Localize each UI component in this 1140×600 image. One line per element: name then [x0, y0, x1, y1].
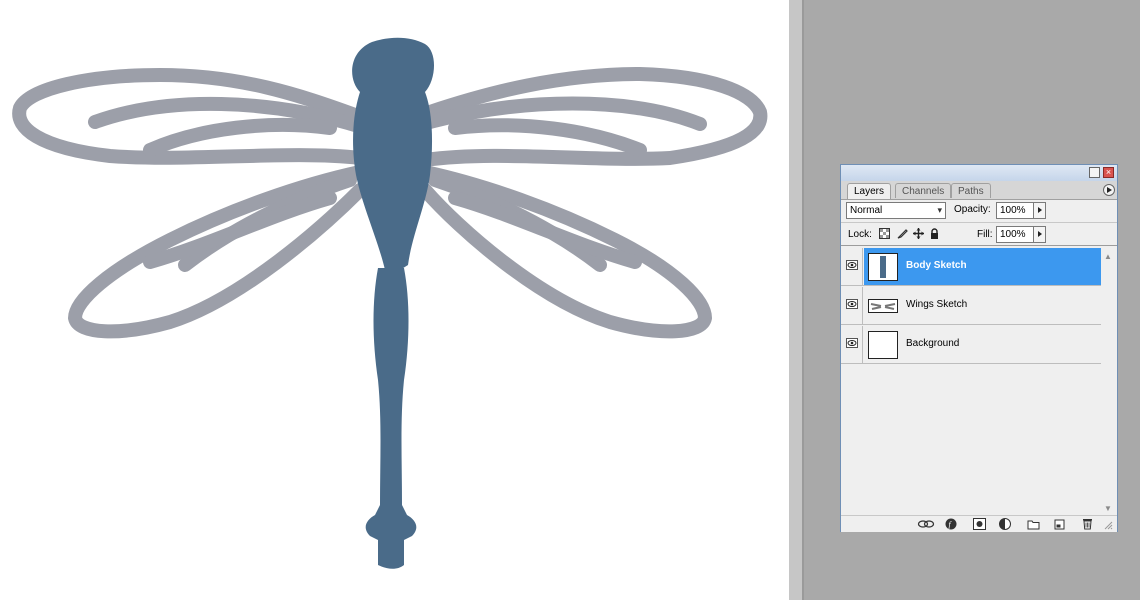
divider: [841, 245, 1117, 246]
layer-mask-icon[interactable]: [973, 518, 986, 530]
visibility-toggle[interactable]: [841, 287, 863, 324]
layer-row-body-sketch[interactable]: Body Sketch: [841, 248, 1101, 286]
lock-all-icon[interactable]: [929, 228, 940, 239]
layer-name: Wings Sketch: [906, 299, 968, 310]
close-button[interactable]: ×: [1103, 167, 1114, 178]
tab-channels[interactable]: Channels: [895, 183, 952, 198]
eye-icon: [846, 260, 858, 270]
body-sketch-artwork: [352, 37, 435, 569]
fill-slider-button[interactable]: [1033, 226, 1046, 243]
tab-strip: Layers Channels Paths: [841, 181, 1117, 200]
body-thumbnail-icon: [880, 256, 886, 278]
new-group-icon[interactable]: [1027, 518, 1040, 530]
resize-grip-icon[interactable]: [1103, 518, 1113, 530]
layer-row-background[interactable]: Background: [841, 326, 1101, 364]
scroll-up-icon[interactable]: ▲: [1104, 252, 1112, 261]
opacity-label: Opacity:: [954, 204, 991, 215]
layers-scrollbar[interactable]: ▲ ▼: [1101, 248, 1117, 518]
dragonfly-artwork: [12, 37, 768, 569]
blend-mode-select[interactable]: Normal ▾: [846, 202, 946, 219]
layer-thumbnail: [868, 253, 898, 281]
visibility-toggle[interactable]: [841, 326, 863, 363]
fill-input[interactable]: 100%: [996, 226, 1036, 243]
opacity-slider-button[interactable]: [1033, 202, 1046, 219]
layer-style-icon[interactable]: f: [945, 518, 958, 530]
scroll-down-icon[interactable]: ▼: [1104, 504, 1112, 513]
panel-titlebar[interactable]: ×: [841, 165, 1117, 181]
layer-name: Body Sketch: [906, 260, 967, 271]
canvas-edge: [789, 0, 804, 600]
visibility-toggle[interactable]: [841, 248, 863, 285]
layer-name: Background: [906, 338, 960, 349]
chevron-down-icon: ▾: [937, 205, 942, 215]
layer-thumbnail: [868, 331, 898, 359]
adjustment-layer-icon[interactable]: [999, 518, 1012, 530]
layer-thumbnail: [868, 299, 898, 313]
layer-main[interactable]: Wings Sketch: [864, 287, 1101, 324]
layers-panel: × Layers Channels Paths Normal ▾ Opacity…: [840, 164, 1118, 532]
lock-label: Lock:: [848, 229, 872, 240]
delete-layer-icon[interactable]: [1081, 518, 1094, 530]
tab-paths[interactable]: Paths: [951, 183, 991, 198]
tab-layers[interactable]: Layers: [847, 183, 892, 199]
layers-list: Body Sketch Wings Sketch Background: [841, 248, 1101, 516]
fill-label: Fill:: [977, 229, 993, 240]
document-canvas[interactable]: [0, 0, 789, 600]
wings-thumbnail-icon: [870, 303, 896, 310]
panel-menu-icon[interactable]: [1103, 184, 1115, 196]
opacity-input[interactable]: 100%: [996, 202, 1036, 219]
link-layers-icon[interactable]: [917, 518, 935, 530]
layer-main[interactable]: Background: [864, 326, 1101, 363]
new-layer-icon[interactable]: [1053, 518, 1066, 530]
lock-position-icon[interactable]: [913, 228, 924, 239]
blend-mode-value: Normal: [850, 205, 883, 216]
divider: [841, 222, 1117, 223]
layer-row-wings-sketch[interactable]: Wings Sketch: [841, 287, 1101, 325]
minimize-button[interactable]: [1089, 167, 1100, 178]
layer-main[interactable]: Body Sketch: [864, 248, 1101, 285]
lock-transparent-pixels-icon[interactable]: [879, 228, 890, 239]
eye-icon: [846, 338, 858, 348]
lock-image-pixels-icon[interactable]: [897, 228, 908, 239]
eye-icon: [846, 299, 858, 309]
panel-footer: f: [841, 515, 1117, 532]
